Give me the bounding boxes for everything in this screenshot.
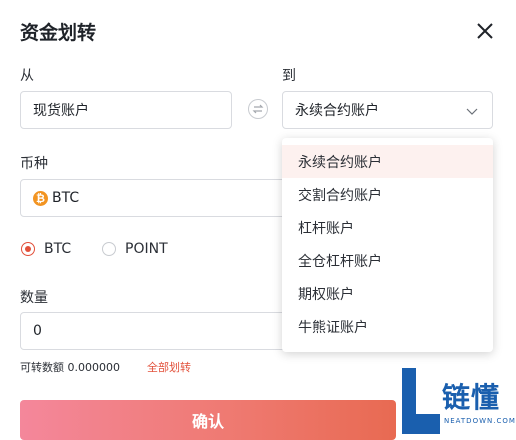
- from-account-value: 现货账户: [33, 103, 89, 119]
- radio-point[interactable]: POINT: [102, 241, 168, 257]
- dropdown-option[interactable]: 交割合约账户: [282, 178, 493, 211]
- available-amount: 可转数额 0.000000: [20, 361, 120, 374]
- confirm-button[interactable]: 确认: [20, 400, 396, 440]
- to-account-dropdown: 永续合约账户 交割合约账户 杠杆账户 全仓杠杆账户 期权账户 牛熊证账户: [282, 138, 493, 352]
- dropdown-option[interactable]: 永续合约账户: [282, 145, 493, 178]
- swap-icon[interactable]: [248, 99, 268, 119]
- from-label: 从: [20, 68, 34, 84]
- watermark-text: 链懂: [442, 381, 501, 414]
- radio-point-label: POINT: [125, 241, 168, 257]
- radio-indicator: [21, 242, 35, 256]
- amount-label: 数量: [20, 290, 48, 306]
- dropdown-option[interactable]: 期权账户: [282, 277, 493, 310]
- bitcoin-icon: ₿: [33, 190, 48, 206]
- radio-btc-label: BTC: [44, 241, 72, 257]
- amount-value: 0: [33, 323, 42, 339]
- dropdown-option[interactable]: 全仓杠杆账户: [282, 244, 493, 277]
- dropdown-option[interactable]: 杠杆账户: [282, 211, 493, 244]
- coin-label: 币种: [20, 156, 48, 172]
- from-account-select[interactable]: 现货账户: [20, 91, 232, 129]
- coin-value: BTC: [52, 190, 80, 206]
- close-icon[interactable]: [474, 20, 496, 42]
- radio-btc[interactable]: BTC: [21, 241, 71, 257]
- to-label: 到: [282, 68, 296, 84]
- dialog-title: 资金划转: [20, 22, 97, 44]
- to-account-value: 永续合约账户: [295, 103, 379, 119]
- watermark-domain: NEATDOWN.COM: [444, 417, 516, 425]
- watermark-logo: 链懂 NEATDOWN.COM: [402, 368, 516, 436]
- to-account-select[interactable]: 永续合约账户: [282, 91, 493, 129]
- transfer-all-link[interactable]: 全部划转: [147, 359, 191, 375]
- radio-indicator: [102, 242, 116, 256]
- chevron-down-icon: [466, 108, 478, 115]
- dropdown-option[interactable]: 牛熊证账户: [282, 310, 493, 343]
